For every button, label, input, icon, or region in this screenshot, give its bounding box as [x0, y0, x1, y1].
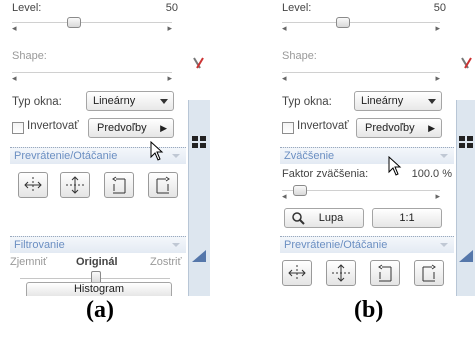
grid-icon: [459, 136, 473, 148]
invertovat-label[interactable]: Invertovať: [297, 120, 349, 132]
zjemnit-label: Zjemniť: [10, 256, 48, 268]
chevron-right-icon: ▶: [428, 123, 435, 133]
histogram-button[interactable]: Histogram: [26, 282, 172, 296]
predvolby-label: Predvoľby: [97, 122, 147, 134]
rotate-right-button[interactable]: [414, 260, 444, 286]
rotate-left-button[interactable]: [104, 172, 134, 198]
typ-okna-select[interactable]: Lineárny: [354, 91, 442, 111]
slider-left-arrow-icon[interactable]: ◂: [12, 23, 17, 33]
slider-left-arrow-icon[interactable]: ◂: [282, 191, 287, 201]
level-slider[interactable]: ◂ ▸: [282, 17, 440, 34]
panel-b: Level: 50 ◂ ▸ Shape: ◂ ▸ Typ okna: Lineá…: [278, 0, 456, 292]
shape-slider[interactable]: ◂ ▸: [282, 72, 440, 84]
section-prevratenie-label: Prevrátenie/Otáčanie: [284, 239, 388, 251]
section-zvacsenie[interactable]: Zväčšenie: [280, 147, 454, 164]
sidebar-b: [456, 100, 475, 296]
slider-right-arrow-icon[interactable]: ▸: [167, 73, 172, 83]
caption-b: (b): [354, 297, 384, 323]
level-value: 50: [433, 2, 446, 14]
slider-left-arrow-icon[interactable]: ◂: [282, 23, 287, 33]
level-slider-thumb[interactable]: [336, 17, 350, 28]
slider-left-arrow-icon[interactable]: ◂: [12, 73, 17, 83]
original-label: Originál: [76, 256, 118, 268]
rotate-right-button[interactable]: [148, 172, 178, 198]
shape-label: Shape:: [12, 50, 47, 62]
level-label: Level:: [12, 2, 42, 14]
typ-okna-value: Lineárny: [93, 95, 136, 107]
magnifier-icon: [291, 211, 305, 231]
rotate-left-icon: [378, 264, 392, 282]
chevron-right-icon: ▶: [160, 123, 167, 133]
flip-horizontal-icon: [24, 177, 42, 193]
slider-left-arrow-icon[interactable]: ◂: [282, 73, 287, 83]
grid-icon: [192, 136, 206, 148]
typ-okna-value: Lineárny: [361, 95, 404, 107]
slider-right-arrow-icon[interactable]: ▸: [167, 23, 172, 33]
shape-slider[interactable]: ◂ ▸: [12, 72, 172, 84]
corner-icon: [459, 250, 473, 262]
level-slider-thumb[interactable]: [66, 17, 81, 28]
faktor-label: Faktor zväčšenia:: [282, 168, 369, 180]
predvolby-button[interactable]: Predvoľby ▶: [88, 118, 174, 138]
chevron-down-icon: [440, 243, 448, 247]
shape-label: Shape:: [282, 50, 317, 62]
chevron-down-icon: [172, 243, 180, 247]
section-prevratenie-label: Prevrátenie/Otáčanie: [14, 150, 118, 162]
chevron-down-icon: [440, 154, 448, 158]
tools-icon: [191, 56, 207, 69]
invertovat-label[interactable]: Invertovať: [27, 120, 79, 132]
flip-horizontal-button[interactable]: [282, 260, 312, 286]
section-filtrovanie[interactable]: Filtrovanie: [10, 236, 186, 253]
sidebar-a: [188, 100, 210, 296]
rotate-right-icon: [422, 264, 436, 282]
slider-right-arrow-icon[interactable]: ▸: [435, 191, 440, 201]
predvolby-label: Predvoľby: [365, 122, 415, 134]
histogram-label: Histogram: [73, 283, 125, 295]
caption-a: (a): [86, 297, 114, 323]
corner-icon: [192, 250, 206, 262]
lupa-button[interactable]: Lupa: [284, 208, 364, 228]
tools-icon: [459, 56, 475, 69]
lupa-label: Lupa: [318, 212, 344, 224]
section-zvacsenie-label: Zväčšenie: [284, 150, 335, 162]
invertovat-checkbox[interactable]: [282, 122, 294, 134]
arrow-cursor-icon: [388, 155, 402, 179]
arrow-cursor-icon: [150, 140, 164, 164]
typ-okna-select[interactable]: Lineárny: [86, 91, 174, 111]
flip-horizontal-icon: [288, 265, 306, 281]
flip-vertical-icon: [332, 264, 350, 282]
faktor-slider[interactable]: ◂ ▸: [282, 185, 440, 202]
level-label: Level:: [282, 2, 312, 14]
flip-vertical-icon: [66, 176, 84, 194]
flip-vertical-button[interactable]: [326, 260, 356, 286]
zostrit-label: Zostriť: [150, 256, 182, 268]
typ-okna-label: Typ okna:: [12, 96, 62, 108]
invertovat-checkbox[interactable]: [12, 122, 24, 134]
section-prevratenie[interactable]: Prevrátenie/Otáčanie: [280, 236, 454, 253]
chevron-down-icon: [160, 99, 168, 104]
level-value: 50: [165, 2, 178, 14]
rotate-left-button[interactable]: [370, 260, 400, 286]
flip-vertical-button[interactable]: [60, 172, 90, 198]
faktor-value: 100.0 %: [411, 168, 452, 180]
chevron-down-icon: [428, 99, 436, 104]
faktor-slider-thumb[interactable]: [293, 185, 307, 196]
predvolby-button[interactable]: Predvoľby ▶: [356, 118, 442, 138]
section-filtrovanie-label: Filtrovanie: [14, 239, 65, 251]
slider-right-arrow-icon[interactable]: ▸: [435, 73, 440, 83]
ratio-1-1-button[interactable]: 1:1: [372, 208, 442, 228]
rotate-left-icon: [112, 176, 126, 194]
rotate-right-icon: [156, 176, 170, 194]
typ-okna-label: Typ okna:: [282, 96, 332, 108]
flip-horizontal-button[interactable]: [18, 172, 48, 198]
level-slider[interactable]: ◂ ▸: [12, 17, 172, 34]
ratio-label: 1:1: [399, 212, 415, 224]
chevron-down-icon: [172, 154, 180, 158]
slider-right-arrow-icon[interactable]: ▸: [435, 23, 440, 33]
